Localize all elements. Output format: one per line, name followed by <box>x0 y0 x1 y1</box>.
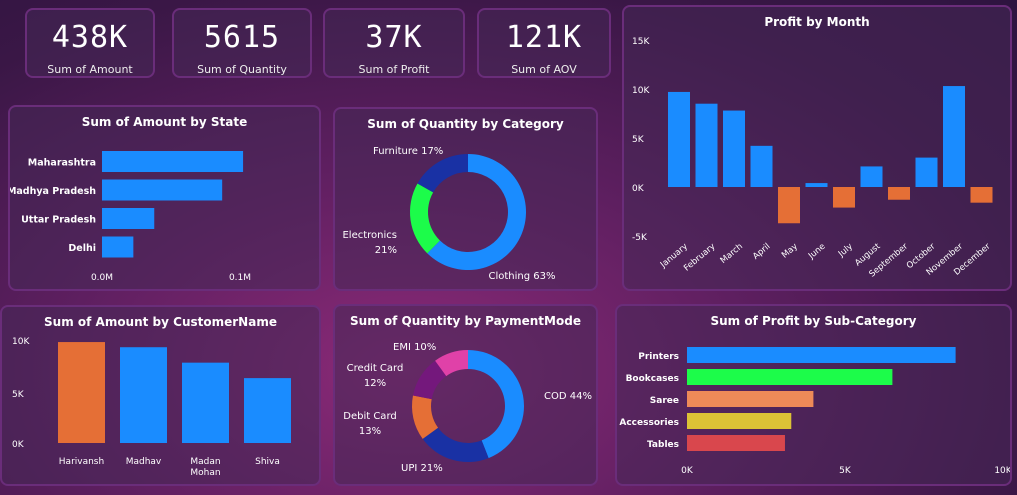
slice-label: UPI 21% <box>401 463 443 474</box>
category-label: Maharashtra <box>28 158 96 169</box>
kpi-label: Sum of AOV <box>511 63 577 76</box>
kpi-value: 121K <box>505 20 583 55</box>
bar <box>778 187 800 224</box>
month-bar-chart: 15K10K5K0K-5KJanuaryFebruary March April Ma… <box>632 37 993 279</box>
bar <box>943 86 965 187</box>
category-label: Bookcases <box>626 374 679 384</box>
donut-slice <box>422 427 489 462</box>
kpi-card-quantity[interactable]: 5615 Sum of Quantity <box>172 8 312 78</box>
bar <box>102 151 244 172</box>
customer-bar-chart: 10K 5K 0K Harivansh Madhav Madan Mohan Shiva <box>12 337 291 478</box>
donut-slice <box>468 350 524 459</box>
bar <box>723 110 745 187</box>
category-label: Delhi <box>68 243 96 254</box>
kpi-label: Sum of Amount <box>47 63 133 76</box>
bar <box>687 435 785 451</box>
bar <box>182 362 229 443</box>
bar <box>687 347 956 363</box>
chart-card-month[interactable]: Profit by Month 15K 10K 5K 0K -5K January Febr… <box>622 5 1012 291</box>
axis-tick-label: 0.1M <box>229 273 251 283</box>
category-label: Printers <box>638 352 679 362</box>
bar <box>695 103 718 187</box>
category-label: July <box>836 242 855 260</box>
category-label: Saree <box>650 396 679 406</box>
bar <box>860 166 883 187</box>
kpi-value: 5615 <box>203 20 281 55</box>
axis-tick-label: 5K <box>632 135 645 145</box>
category-label: Madhya Pradesh <box>8 186 96 197</box>
bar <box>750 145 773 187</box>
category-label: April <box>751 242 772 262</box>
slice-label: Furniture 17% <box>373 146 443 157</box>
category-label: Accessories <box>619 418 679 428</box>
slice-label: 21% <box>375 245 397 256</box>
kpi-card-amount[interactable]: 438K Sum of Amount <box>25 8 155 78</box>
slice-label: COD 44% <box>544 391 592 402</box>
axis-tick-label: 0.0M <box>91 273 113 283</box>
bar <box>102 208 155 229</box>
kpi-card-aov[interactable]: 121K Sum of AOV <box>477 8 611 78</box>
category-label: Shiva <box>255 457 280 467</box>
bar <box>687 413 792 429</box>
category-donut-chart: Clothing 63% Electronics 21% Furniture 17% <box>342 146 555 282</box>
bar <box>58 342 105 443</box>
slice-label: 13% <box>359 426 381 437</box>
bar <box>244 378 291 443</box>
bar <box>102 236 134 258</box>
category-label: Harivansh <box>59 457 104 467</box>
bar <box>888 187 910 200</box>
kpi-label: Sum of Quantity <box>197 63 287 76</box>
donut-slice <box>417 154 468 193</box>
category-label: Uttar Pradesh <box>21 215 96 226</box>
bar <box>668 91 690 187</box>
kpi-value: 438K <box>51 20 129 55</box>
bar <box>102 179 223 201</box>
chart-card-customer[interactable]: Sum of Amount by CustomerName 10K 5K 0K Har… <box>0 305 321 486</box>
category-label: Madan Mohan <box>190 457 220 478</box>
slice-label: EMI 10% <box>393 342 436 353</box>
axis-tick-label: 10K <box>994 466 1012 476</box>
category-label: March <box>719 242 745 266</box>
donut-slice <box>410 183 440 254</box>
bar <box>970 187 993 203</box>
axis-tick-label: 0K <box>12 440 25 450</box>
slice-label: Clothing 63% <box>488 271 555 282</box>
slice-label: 12% <box>364 378 386 389</box>
axis-tick-label: 10K <box>632 86 650 96</box>
chart-card-state[interactable]: Sum of Amount by State Maharashtra Madhya… <box>8 105 321 291</box>
category-label: May <box>780 242 800 261</box>
bar <box>805 183 828 187</box>
kpi-card-profit[interactable]: 37K Sum of Profit <box>323 8 465 78</box>
axis-tick-label: 10K <box>12 337 30 347</box>
bar <box>687 391 814 407</box>
chart-card-payment[interactable]: Sum of Quantity by PaymentMode COD 44% UP… <box>333 304 598 486</box>
kpi-label: Sum of Profit <box>358 63 430 76</box>
slice-label: Electronics <box>342 230 397 241</box>
bar <box>120 347 167 443</box>
axis-tick-label: 5K <box>12 390 25 400</box>
chart-card-category[interactable]: Sum of Quantity by Category Clothing 63%… <box>333 107 598 291</box>
chart-card-subcat[interactable]: Sum of Profit by Sub-Category Printers Bo… <box>615 304 1012 486</box>
category-label: June <box>806 242 827 262</box>
bar <box>915 157 938 187</box>
bar <box>833 187 855 208</box>
slice-label: Debit Card <box>343 411 396 422</box>
axis-tick-label: 15K <box>632 37 650 47</box>
axis-tick-label: 0K <box>681 466 694 476</box>
state-bar-chart: Maharashtra Madhya Pradesh Uttar Pradesh De… <box>8 151 251 283</box>
axis-tick-label: 0K <box>632 184 645 194</box>
category-label: Tables <box>647 440 679 450</box>
subcategory-bar-chart: Printers Bookcases Saree Accessories Tables 0… <box>619 347 1012 476</box>
category-label: Madhav <box>126 457 162 467</box>
payment-donut-chart: COD 44% UPI 21% Debit Card 13% Credit Card 12… <box>343 342 592 474</box>
slice-label: Credit Card <box>347 363 404 374</box>
bar <box>687 369 893 385</box>
axis-tick-label: 5K <box>839 466 852 476</box>
kpi-value: 37K <box>365 20 423 55</box>
axis-tick-label: -5K <box>632 233 648 243</box>
